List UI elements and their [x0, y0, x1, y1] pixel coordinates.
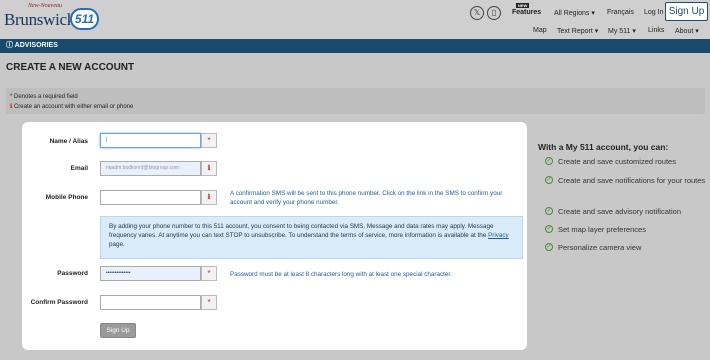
benefit-text: Personalize camera view — [558, 243, 642, 252]
advisories-bar[interactable]: ⓘ ADVISORIES — [0, 39, 710, 53]
nav-map[interactable]: Map — [533, 27, 547, 34]
phone-label: Mobile Phone — [45, 194, 88, 201]
name-label: Name / Alias — [49, 138, 88, 145]
sms-consent-text: By adding your phone number to this 511 … — [109, 223, 494, 239]
page-title: CREATE A NEW ACCOUNT — [6, 62, 135, 73]
check-icon: ✓ — [545, 243, 553, 251]
contact-note: ℹ Create an account with either email or… — [10, 102, 701, 112]
confirm-required-asterisk: * — [201, 295, 217, 310]
check-icon: ✓ — [545, 207, 553, 215]
check-icon: ✓ — [545, 225, 553, 233]
nav-links[interactable]: Links — [648, 27, 664, 34]
benefit-text: Create and save advisory notification — [558, 207, 681, 216]
logo-big-text: Brunswick — [4, 10, 75, 29]
nav-about[interactable]: About ▾ — [675, 27, 699, 35]
password-input[interactable]: •••••••••••••• — [100, 266, 201, 281]
info-icon: ℹ — [10, 104, 13, 110]
email-info-icon[interactable]: ℹ — [201, 161, 217, 176]
x-social-icon[interactable]: 𝕏 — [470, 6, 484, 20]
check-icon: ✓ — [545, 157, 553, 165]
phone-info-icon[interactable]: ℹ — [201, 190, 217, 205]
features-link[interactable]: NEW Features — [512, 3, 542, 16]
email-label: Email — [70, 165, 88, 172]
confirm-password-input[interactable] — [100, 295, 201, 310]
site-header: New-Nouveau Brunswick 511 𝕏 ▯ NEW Featur… — [0, 0, 710, 39]
contact-note-text: Create an account with either email or p… — [13, 104, 134, 110]
signup-form-card: Name / Alias | * Email nqadm.bodkonrd@bl… — [22, 122, 527, 350]
name-input[interactable]: | — [100, 133, 201, 148]
language-link[interactable]: Français — [607, 9, 634, 16]
signup-submit-button[interactable]: Sign Up — [100, 323, 136, 338]
new-badge: NEW — [516, 3, 530, 8]
login-link[interactable]: Log In — [644, 9, 663, 16]
mobile-app-icon[interactable]: ▯ — [487, 6, 501, 20]
confirm-password-label: Confirm Password — [30, 299, 88, 306]
nb511-logo[interactable]: New-Nouveau Brunswick 511 — [4, 2, 99, 34]
benefit-text: Create and save customized routes — [558, 157, 676, 166]
check-icon: ✓ — [545, 176, 553, 184]
benefits-title: With a My 511 account, you can: — [538, 142, 669, 152]
logo-small-text: New-Nouveau — [28, 3, 62, 9]
password-label: Password — [57, 270, 88, 277]
sms-consent-tail: page. — [109, 241, 125, 248]
phone-hint: A confirmation SMS will be sent to this … — [230, 190, 503, 206]
phone-input[interactable] — [100, 190, 201, 205]
form-notice: * Denotes a required field ℹ Create an a… — [6, 88, 705, 114]
sms-consent-box: By adding your phone number to this 511 … — [100, 216, 523, 259]
privacy-link[interactable]: Privacy — [488, 232, 509, 239]
email-input[interactable]: nqadm.bodkonrd@blogroup.com — [100, 161, 201, 176]
logo-511-badge: 511 — [70, 8, 99, 30]
features-label: Features — [512, 9, 542, 16]
password-hint: Password must be at least 8 characters l… — [230, 271, 452, 278]
signup-header-button[interactable]: Sign Up — [665, 2, 708, 21]
nav-my511[interactable]: My 511 ▾ — [608, 27, 636, 35]
required-note: * Denotes a required field — [10, 94, 78, 100]
nav-text-report[interactable]: Text Report ▾ — [557, 27, 598, 35]
password-required-asterisk: * — [201, 266, 217, 281]
name-required-asterisk: * — [201, 133, 217, 148]
regions-dropdown[interactable]: All Regions ▾ — [554, 9, 595, 17]
benefit-text: Set map layer preferences — [558, 225, 646, 234]
benefit-text: Create and save notifications for your r… — [558, 176, 706, 185]
